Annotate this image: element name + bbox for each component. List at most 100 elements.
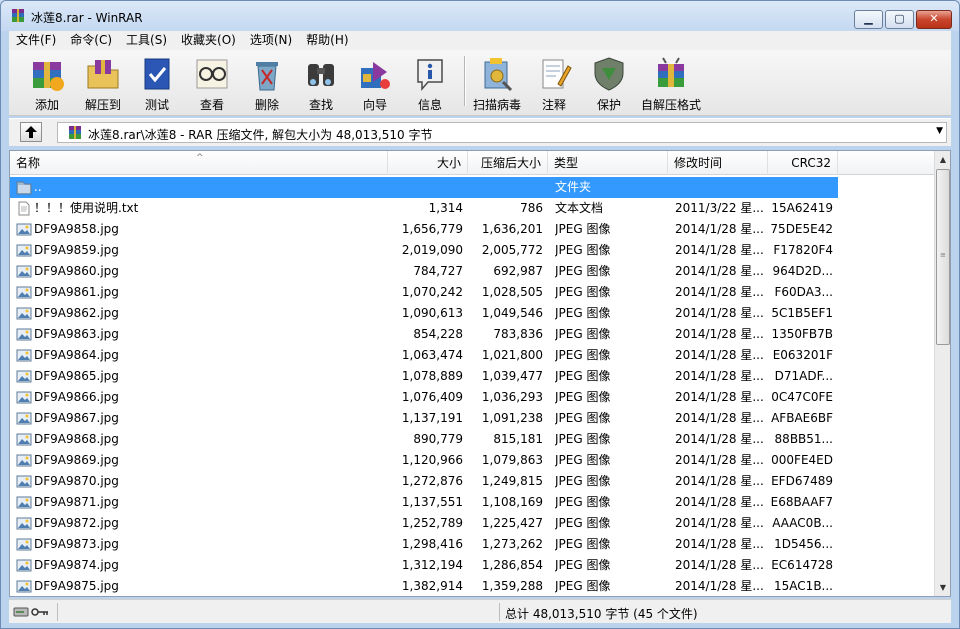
file-size: 1,090,613 (401, 306, 463, 320)
window-title: 冰莲8.rar - WinRAR (31, 11, 143, 25)
file-type: 文件夹 (555, 180, 592, 194)
wizard-button[interactable]: 向导 (347, 54, 403, 112)
file-name: DF9A9862.jpg (34, 306, 119, 320)
sfx-label: 自解压格式 (640, 98, 701, 112)
delete-button[interactable]: 删除 (239, 54, 295, 112)
test-label: 测试 (144, 98, 169, 112)
file-crc (770, 177, 833, 198)
test-button[interactable]: 测试 (129, 54, 185, 112)
file-name: DF9A9872.jpg (34, 516, 119, 530)
sort-ascending-icon: ^ (196, 153, 204, 163)
file-size: 1,078,889 (401, 369, 463, 383)
file-packed-size (470, 177, 543, 198)
file-row[interactable]: DF9A9874.jpg 1,312,194 1,286,854 JPEG 图像 201… (10, 555, 838, 576)
menu-commands[interactable]: 命令(C) (63, 31, 119, 50)
toolbar-separator (464, 56, 466, 106)
column-name-label: 名称 (16, 156, 41, 170)
file-packed-size: 786 (520, 201, 543, 215)
vertical-scrollbar[interactable]: ▲ ≡ ▼ (934, 151, 950, 596)
file-rows: .. 文件夹 ！！！使用说明.txt 1,314 786 文本文档 2011/3/22 星.… (10, 177, 934, 596)
file-row[interactable]: DF9A9865.jpg 1,078,889 1,039,477 JPEG 图像 201… (10, 366, 838, 387)
menu-help[interactable]: 帮助(H) (299, 31, 355, 50)
file-row[interactable]: DF9A9872.jpg 1,252,789 1,225,427 JPEG 图像 201… (10, 513, 838, 534)
file-type: JPEG 图像 (555, 537, 611, 551)
file-packed-size: 1,049,546 (481, 306, 543, 320)
winrar-window: 冰莲8.rar - WinRAR ▁ ▢ ✕ 文件(F) 命令(C) 工具(S)… (0, 0, 960, 629)
file-size: 1,298,416 (401, 537, 463, 551)
up-folder-button[interactable] (20, 122, 42, 142)
file-row[interactable]: DF9A9873.jpg 1,298,416 1,273,262 JPEG 图像 201… (10, 534, 838, 555)
file-name: DF9A9867.jpg (34, 411, 119, 425)
file-row[interactable]: DF9A9861.jpg 1,070,242 1,028,505 JPEG 图像 201… (10, 282, 838, 303)
scroll-thumb[interactable]: ≡ (936, 169, 950, 345)
file-modified: 2014/1/28 星... (675, 264, 764, 278)
menu-tools[interactable]: 工具(S) (119, 31, 174, 50)
file-modified: 2014/1/28 星... (675, 453, 764, 467)
file-row[interactable]: DF9A9875.jpg 1,382,914 1,359,288 JPEG 图像 201… (10, 576, 838, 596)
file-row[interactable]: DF9A9863.jpg 854,228 783,836 JPEG 图像 2014/1/… (10, 324, 838, 345)
file-modified (675, 177, 765, 198)
file-type: JPEG 图像 (555, 474, 611, 488)
add-button[interactable]: 添加 (19, 54, 75, 112)
file-row[interactable]: DF9A9867.jpg 1,137,191 1,091,238 JPEG 图像 201… (10, 408, 838, 429)
file-row[interactable]: DF9A9871.jpg 1,137,551 1,108,169 JPEG 图像 201… (10, 492, 838, 513)
column-packed[interactable]: 压缩后大小 (468, 151, 548, 175)
maximize-button[interactable]: ▢ (885, 10, 914, 29)
file-row[interactable]: DF9A9869.jpg 1,120,966 1,079,863 JPEG 图像 201… (10, 450, 838, 471)
file-row[interactable]: DF9A9866.jpg 1,076,409 1,036,293 JPEG 图像 201… (10, 387, 838, 408)
delete-icon (256, 62, 278, 91)
protect-button[interactable]: 保护 (581, 54, 637, 112)
file-crc: 1350FB7B (771, 327, 833, 341)
file-row[interactable]: DF9A9870.jpg 1,272,876 1,249,815 JPEG 图像 201… (10, 471, 838, 492)
path-dropdown[interactable]: 冰莲8.rar\冰莲8 - RAR 压缩文件, 解包大小为 48,013,510… (57, 122, 947, 143)
file-row[interactable]: DF9A9868.jpg 890,779 815,181 JPEG 图像 2014/1/… (10, 429, 838, 450)
column-name[interactable]: 名称 ^ (10, 151, 388, 175)
path-text: 冰莲8.rar\冰莲8 - RAR 压缩文件, 解包大小为 48,013,510… (88, 128, 433, 142)
file-name: DF9A9863.jpg (34, 327, 119, 341)
file-type: JPEG 图像 (555, 411, 611, 425)
file-size: 1,137,191 (401, 411, 463, 425)
protect-label: 保护 (596, 98, 621, 112)
file-packed-size: 1,286,854 (481, 558, 543, 572)
info-button[interactable]: 信息 (402, 54, 458, 112)
column-crc[interactable]: CRC32 (768, 151, 838, 175)
file-name: DF9A9865.jpg (34, 369, 119, 383)
extract-to-button[interactable]: 解压到 (75, 54, 131, 112)
scroll-down-button[interactable]: ▼ (935, 579, 950, 596)
virus-scan-button[interactable]: 扫描病毒 (469, 54, 525, 112)
scroll-up-button[interactable]: ▲ (935, 151, 950, 168)
minimize-button[interactable]: ▁ (854, 10, 883, 29)
file-row[interactable]: DF9A9864.jpg 1,063,474 1,021,800 JPEG 图像 201… (10, 345, 838, 366)
file-crc: 000FE4ED (771, 453, 833, 467)
file-row[interactable]: DF9A9858.jpg 1,656,779 1,636,201 JPEG 图像 201… (10, 219, 838, 240)
file-crc: EC614728 (771, 558, 833, 572)
file-modified: 2014/1/28 星... (675, 285, 764, 299)
file-modified: 2014/1/28 星... (675, 369, 764, 383)
file-row[interactable]: .. 文件夹 (10, 177, 838, 198)
menu-file[interactable]: 文件(F) (9, 31, 63, 50)
file-modified: 2011/3/22 星... (675, 201, 764, 215)
file-row[interactable]: DF9A9862.jpg 1,090,613 1,049,546 JPEG 图像 201… (10, 303, 838, 324)
sfx-button[interactable]: 自解压格式 (636, 54, 706, 112)
file-type: JPEG 图像 (555, 495, 611, 509)
find-label: 查找 (308, 98, 333, 112)
file-row[interactable]: DF9A9859.jpg 2,019,090 2,005,772 JPEG 图像 201… (10, 240, 838, 261)
wizard-icon (361, 62, 390, 89)
column-type[interactable]: 类型 (548, 151, 668, 175)
file-crc: 1D5456... (774, 537, 833, 551)
file-crc: 5C1B5EF1 (771, 306, 833, 320)
file-row[interactable]: DF9A9860.jpg 784,727 692,987 JPEG 图像 2014/1/… (10, 261, 838, 282)
column-modified[interactable]: 修改时间 (668, 151, 768, 175)
menu-options[interactable]: 选项(N) (243, 31, 299, 50)
menu-bar: 文件(F) 命令(C) 工具(S) 收藏夹(O) 选项(N) 帮助(H) (9, 31, 951, 50)
find-button[interactable]: 查找 (293, 54, 349, 112)
comment-button[interactable]: 注释 (526, 54, 582, 112)
view-button[interactable]: 查看 (184, 54, 240, 112)
close-button[interactable]: ✕ (916, 10, 952, 29)
file-size: 1,312,194 (401, 558, 463, 572)
title-bar[interactable]: 冰莲8.rar - WinRAR ▁ ▢ ✕ (1, 1, 959, 31)
chevron-down-icon[interactable]: ▼ (936, 126, 943, 136)
column-size[interactable]: 大小 (388, 151, 468, 175)
file-row[interactable]: ！！！使用说明.txt 1,314 786 文本文档 2011/3/22 星... 15A… (10, 198, 838, 219)
menu-favorites[interactable]: 收藏夹(O) (174, 31, 243, 50)
